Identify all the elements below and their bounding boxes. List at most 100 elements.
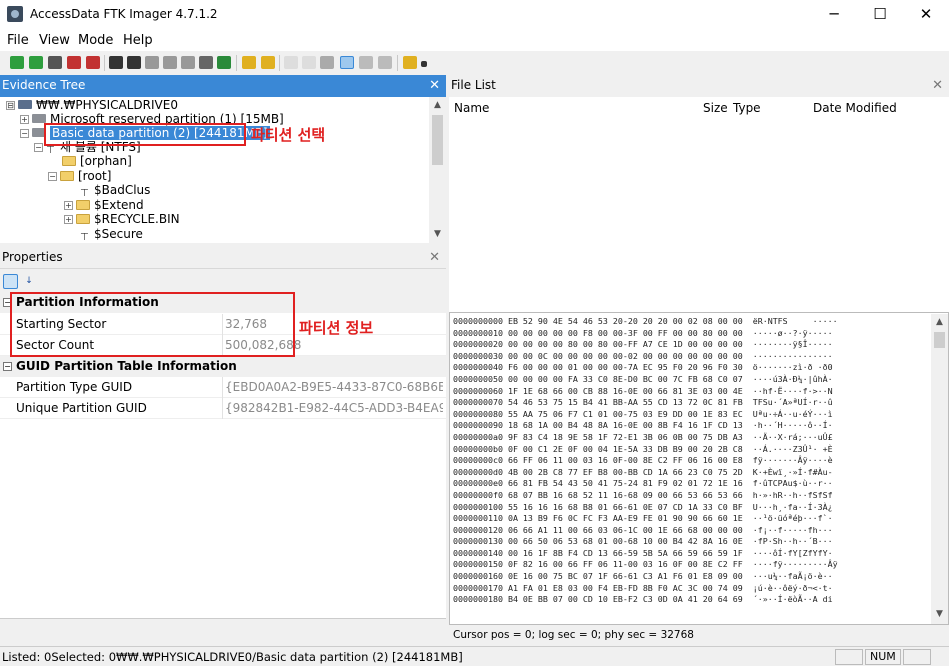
dropdown-icon[interactable]: [421, 61, 427, 67]
tree-node-extend[interactable]: + $Extend: [64, 198, 144, 213]
export-disk-image-icon[interactable]: [127, 56, 141, 69]
create-image-icon[interactable]: [109, 56, 123, 69]
scroll-down-icon[interactable]: ▼: [429, 226, 446, 243]
folder-icon: [60, 171, 74, 181]
tree-node-recycle-bin[interactable]: + $RECYCLE.BIN: [64, 212, 180, 227]
scroll-thumb[interactable]: [432, 115, 443, 165]
hex-scrollbar[interactable]: ▲ ▼: [931, 314, 948, 624]
hex-line: 0000000040 F6 00 00 00 01 00 00 00-7A EC…: [453, 362, 833, 373]
close-icon[interactable]: ✕: [429, 75, 440, 96]
expand-icon[interactable]: +: [64, 201, 73, 210]
verify-drive-icon[interactable]: [217, 56, 231, 69]
categorized-icon[interactable]: [3, 274, 18, 289]
hex-view-icon[interactable]: [320, 56, 334, 69]
sort-alpha-icon[interactable]: ↓: [22, 274, 36, 288]
minimize-button[interactable]: ─: [811, 0, 857, 30]
properties-toolbar: ↓: [0, 270, 446, 292]
category-gpt-information[interactable]: − GUID Partition Table Information: [0, 356, 446, 377]
tree-node-root[interactable]: − [root]: [48, 169, 111, 184]
hex-dump: 0000000000 EB 52 90 4E 54 46 53 20-20 20…: [453, 316, 838, 606]
evidence-tree-title: Evidence Tree: [2, 78, 86, 92]
scroll-thumb[interactable]: [934, 332, 945, 348]
column-type[interactable]: Type: [733, 101, 761, 115]
hex-line: 0000000130 00 66 50 06 53 68 01 00-68 10…: [453, 536, 833, 547]
expand-icon[interactable]: +: [20, 115, 29, 124]
volume-icon: ⊤: [46, 145, 55, 156]
column-name[interactable]: Name: [454, 101, 489, 115]
image-mounting-icon[interactable]: [48, 56, 62, 69]
file-list: Name Size Type Date Modified: [449, 97, 949, 312]
properties-header: Properties ✕: [0, 247, 446, 269]
menu-file[interactable]: File: [7, 33, 29, 48]
file-list-header: File List ✕: [449, 75, 949, 97]
hex-line: 0000000180 B4 0E BB 07 00 CD 10 EB-F2 C3…: [453, 594, 833, 605]
collapse-icon[interactable]: ⊟: [6, 101, 15, 110]
export-files-icon[interactable]: [242, 56, 256, 69]
hex-line: 0000000070 54 46 53 75 15 B4 41 BB-AA 55…: [453, 397, 833, 408]
hex-line: 0000000140 00 16 1F 8B F4 CD 13 66-59 5B…: [453, 547, 833, 558]
hex-line: 0000000090 18 68 1A 00 B4 48 8A 16-0E 00…: [453, 420, 833, 431]
remove-evidence-icon[interactable]: [67, 56, 81, 69]
evidence-tree-scrollbar[interactable]: ▲ ▼: [429, 97, 446, 243]
app-icon: [7, 6, 23, 22]
num-lock-indicator: NUM: [865, 649, 901, 665]
export-logical-image-icon[interactable]: [145, 56, 159, 69]
collapse-icon[interactable]: −: [34, 143, 43, 152]
hex-line: 0000000010 00 00 00 00 00 F8 00 00-3F 00…: [453, 327, 833, 338]
tree-node-badclus[interactable]: ⊤ $BadClus: [80, 183, 150, 199]
add-evidence-icon[interactable]: [10, 56, 24, 69]
close-button[interactable]: ✕: [903, 0, 949, 30]
menu-view[interactable]: View: [39, 33, 70, 48]
add-to-custom-content-icon[interactable]: [163, 56, 177, 69]
property-row[interactable]: Unique Partition GUID {982842B1-E982-44C5…: [0, 398, 446, 419]
scroll-down-icon[interactable]: ▼: [931, 606, 948, 623]
expand-icon[interactable]: +: [64, 215, 73, 224]
column-date-modified[interactable]: Date Modified: [813, 101, 897, 115]
evidence-tree: ⊟ ₩₩.₩PHYSICALDRIVE0 + Microsoft reserved …: [0, 97, 446, 243]
window-title: AccessData FTK Imager 4.7.1.2: [30, 7, 218, 21]
hex-line: 0000000030 00 00 0C 00 00 00 00 00-02 00…: [453, 350, 833, 361]
menu-help[interactable]: Help: [123, 33, 153, 48]
tree-node-physicaldrive[interactable]: ⊟ ₩₩.₩PHYSICALDRIVE0: [6, 98, 178, 113]
folder-icon: [76, 200, 90, 210]
close-icon[interactable]: ✕: [429, 247, 440, 268]
hex-line: 00000000a0 9F 83 C4 18 9E 58 1F 72-E1 3B…: [453, 431, 833, 442]
collapse-icon[interactable]: −: [20, 129, 29, 138]
hex-line: 0000000080 55 AA 75 06 F7 C1 01 00-75 03…: [453, 408, 833, 419]
hex-line: 0000000170 A1 FA 01 E8 03 00 F4 EB-FD 8B…: [453, 582, 833, 593]
create-custom-content-icon[interactable]: [181, 56, 195, 69]
maximize-button[interactable]: ☐: [857, 0, 903, 30]
title-bar: AccessData FTK Imager 4.7.1.2 ─ ☐ ✕: [0, 0, 949, 30]
export-hash-list-icon[interactable]: [261, 56, 275, 69]
status-bar: Listed: 0Selected: 0₩₩.₩PHYSICALDRIVE0/B…: [0, 646, 949, 666]
column-size[interactable]: Size: [703, 101, 728, 115]
close-icon[interactable]: ✕: [932, 75, 943, 96]
add-all-devices-icon[interactable]: [29, 56, 43, 69]
auto-display-icon[interactable]: [340, 56, 354, 69]
text-view-icon[interactable]: [302, 56, 316, 69]
menu-mode[interactable]: Mode: [78, 33, 113, 48]
folder-icon: [76, 214, 90, 224]
tree-node-orphan[interactable]: [orphan]: [62, 154, 132, 169]
hex-viewer[interactable]: 0000000000 EB 52 90 4E 54 46 53 20-20 20…: [449, 312, 949, 625]
remove-all-evidence-icon[interactable]: [86, 56, 100, 69]
auto-view-icon[interactable]: [284, 56, 298, 69]
collapse-icon[interactable]: −: [48, 172, 57, 181]
property-row[interactable]: Partition Type GUID {EBD0A0A2-B9E5-4433-8…: [0, 377, 446, 398]
highlight-partition: [44, 123, 246, 146]
decrypt-icon[interactable]: [199, 56, 213, 69]
scroll-up-icon[interactable]: ▲: [429, 97, 446, 114]
help-icon[interactable]: [403, 56, 417, 69]
hex-mode-icon[interactable]: [378, 56, 392, 69]
file-icon: ⊤: [80, 232, 89, 243]
menu-bar: File View Mode Help: [0, 30, 949, 51]
tree-node-secure[interactable]: ⊤ $Secure: [80, 227, 143, 243]
hex-line: 00000000c0 66 FF 06 11 00 03 16 0F-00 8E…: [453, 455, 833, 466]
properties-title: Properties: [2, 250, 63, 264]
status-text: Listed: 0Selected: 0₩₩.₩PHYSICALDRIVE0/B…: [2, 650, 463, 664]
hex-line: 0000000110 0A 13 B9 F6 0C FC F3 AA-E9 FE…: [453, 513, 833, 524]
computer-icon: [18, 100, 32, 109]
text-mode-icon[interactable]: [359, 56, 373, 69]
scroll-up-icon[interactable]: ▲: [931, 314, 948, 331]
collapse-icon[interactable]: −: [3, 362, 12, 371]
